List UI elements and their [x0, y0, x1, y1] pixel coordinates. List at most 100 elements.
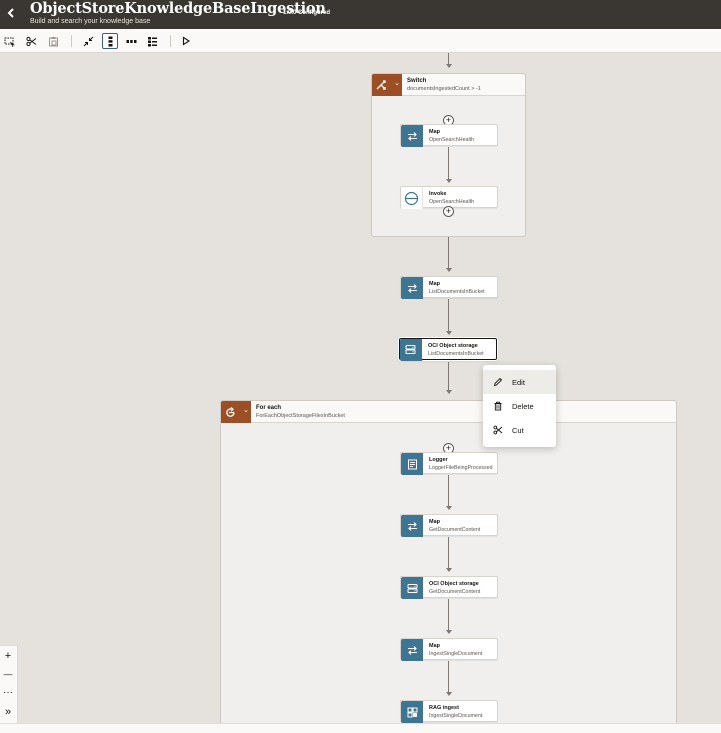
storage-icon	[407, 583, 417, 593]
collapse-button[interactable]	[80, 33, 96, 49]
rag-icon	[407, 707, 417, 717]
connector	[448, 362, 449, 391]
menu-item-label: Cut	[512, 425, 524, 435]
zoom-out-button[interactable]: —	[0, 666, 16, 682]
connector	[448, 237, 449, 269]
card-subtitle: ListDocumentsInBucket	[428, 351, 484, 357]
status-bar	[0, 723, 721, 733]
arrowhead	[445, 506, 452, 510]
for-each-title: For each	[256, 405, 282, 411]
chevron-down-icon[interactable]: ⌄	[394, 79, 400, 87]
for-each-container[interactable]: ⌄ For each ForEachObjectStorageFilesInBu…	[220, 400, 677, 723]
card-subtitle: GetDocumentContent	[429, 589, 481, 595]
map-opensearchhealth-card[interactable]: Map OpenSearchHealth	[400, 124, 498, 147]
map-tile	[401, 515, 423, 537]
integration-description: Build and search your knowledge base	[30, 18, 151, 25]
connector	[448, 599, 449, 631]
connector	[448, 147, 449, 181]
toolbar-divider	[71, 35, 72, 47]
connector	[448, 475, 449, 507]
oci-object-storage-get-card[interactable]: OCI Object storage GetDocumentContent	[400, 576, 498, 599]
map-tile	[401, 639, 423, 661]
map-tile	[401, 277, 423, 299]
connector	[448, 299, 449, 332]
card-title: Logger	[429, 457, 448, 463]
list-layout-icon	[147, 36, 157, 46]
menu-item-edit[interactable]: Edit	[483, 370, 556, 394]
card-title: Map	[429, 129, 440, 135]
map-listdocuments-card[interactable]: Map ListDocumentsInBucket	[400, 276, 498, 299]
zoom-controls: + — ··· »	[0, 645, 18, 723]
card-title: RAG ingest	[429, 705, 459, 711]
horizontal-layout-button[interactable]	[123, 33, 139, 49]
pencil-icon	[493, 377, 503, 387]
collapse-icon	[83, 36, 93, 46]
toolbar-divider	[170, 35, 171, 47]
loop-icon	[226, 406, 235, 417]
paste-icon	[48, 36, 58, 46]
invoke-opensearchhealth-card[interactable]: Invoke OpenSearchHealth	[400, 186, 498, 209]
play-icon	[182, 36, 191, 46]
back-button[interactable]	[4, 4, 18, 22]
menu-item-cut[interactable]: Cut	[483, 418, 556, 442]
select-icon	[4, 37, 15, 47]
chevron-down-icon[interactable]: ⌄	[243, 406, 249, 414]
map-icon	[407, 521, 417, 531]
storage-icon	[405, 345, 416, 355]
logger-icon	[407, 459, 417, 469]
for-each-header: ⌄ For each ForEachObjectStorageFilesInBu…	[221, 401, 676, 423]
arrowhead	[445, 630, 452, 634]
map-tile	[401, 125, 423, 147]
rag-ingest-card[interactable]: RAG ingest IngestSingleDocument	[400, 700, 498, 723]
logger-card[interactable]: Logger LoggerFileBeingProcessed	[400, 452, 498, 475]
invoke-icon	[404, 191, 419, 205]
card-title: OCI Object storage	[429, 581, 479, 587]
card-subtitle: GetDocumentContent	[429, 527, 481, 533]
card-subtitle: ListDocumentsInBucket	[429, 289, 485, 295]
switch-icon	[376, 79, 386, 90]
card-subtitle: IngestSingleDocument	[429, 651, 483, 657]
arrowhead	[445, 568, 452, 572]
oci-storage-tile	[399, 338, 422, 361]
invoke-tile	[401, 187, 423, 209]
paste-button[interactable]	[45, 33, 61, 49]
menu-item-label: Delete	[512, 401, 534, 411]
select-button[interactable]	[1, 33, 17, 49]
flow-canvas[interactable]: ⌄ Switch documentsIngestedCount > -1 + M…	[0, 53, 721, 723]
card-subtitle: OpenSearchHealth	[429, 137, 475, 143]
switch-condition: documentsIngestedCount > -1	[407, 86, 481, 92]
more-options-button[interactable]: ···	[0, 684, 16, 700]
switch-tile[interactable]: ⌄	[372, 74, 402, 96]
expand-panel-button[interactable]: »	[0, 704, 16, 720]
add-action-button[interactable]: +	[443, 206, 454, 217]
for-each-subtitle: ForEachObjectStorageFilesInBucket	[256, 413, 345, 419]
vertical-layout-button[interactable]	[102, 33, 118, 49]
integration-title: ObjectStoreKnowledgeBaseIngestion	[30, 0, 326, 17]
zoom-in-button[interactable]: +	[0, 648, 16, 664]
list-layout-button[interactable]	[144, 33, 160, 49]
map-ingestsingledocument-card[interactable]: Map IngestSingleDocument	[400, 638, 498, 661]
context-menu: Edit Delete Cut	[483, 365, 556, 447]
switch-title: Switch	[407, 78, 427, 84]
oci-object-storage-list-card[interactable]: OCI Object storage ListDocumentsInBucket	[399, 338, 497, 361]
card-title: OCI Object storage	[428, 343, 478, 349]
switch-container[interactable]: ⌄ Switch documentsIngestedCount > -1 + M…	[371, 73, 526, 237]
arrowhead	[445, 64, 452, 68]
rag-tile	[401, 701, 423, 723]
arrowhead	[445, 390, 452, 394]
switch-header: ⌄ Switch documentsIngestedCount > -1	[372, 74, 525, 96]
vertical-layout-icon	[108, 36, 112, 46]
run-button[interactable]	[178, 33, 194, 49]
card-subtitle: LoggerFileBeingProcessed	[429, 465, 493, 471]
card-title: Map	[429, 519, 440, 525]
menu-item-delete[interactable]: Delete	[483, 394, 556, 418]
card-subtitle: OpenSearchHealth	[429, 199, 475, 205]
map-getdocumentcontent-card[interactable]: Map GetDocumentContent	[400, 514, 498, 537]
card-title: Map	[429, 281, 440, 287]
for-each-tile[interactable]: ⌄	[221, 401, 251, 423]
canvas-toolbar	[0, 29, 721, 53]
cut-button[interactable]	[23, 33, 39, 49]
version-status: 1.0.0 Configured	[283, 10, 331, 16]
app-header: ObjectStoreKnowledgeBaseIngestion Build …	[0, 0, 721, 29]
menu-item-label: Edit	[512, 377, 525, 387]
